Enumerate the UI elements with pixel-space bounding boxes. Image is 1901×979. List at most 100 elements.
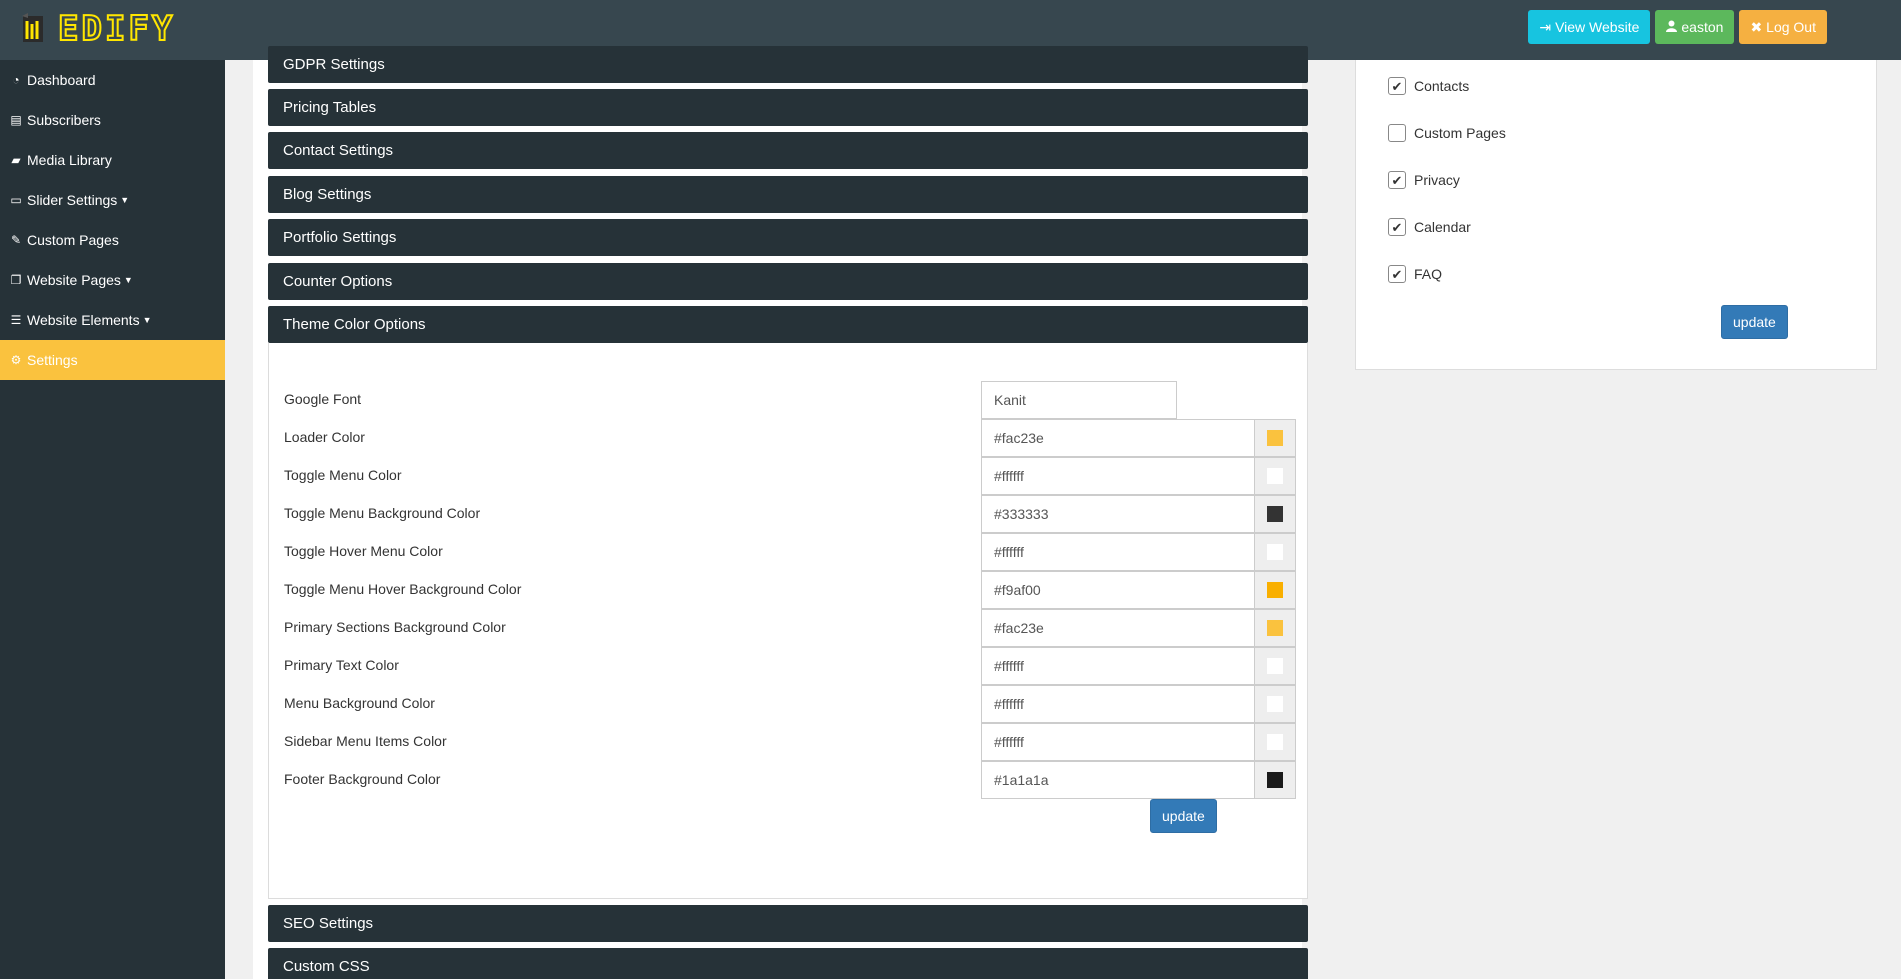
sidebar-item-label: Slider Settings	[27, 192, 118, 208]
module-row-privacy: ✔ Privacy	[1388, 171, 1460, 189]
menu-background-color-input[interactable]	[981, 685, 1255, 723]
google-font-row: Google Font	[284, 381, 1294, 419]
edit-icon: ✎	[10, 233, 22, 247]
color-label: Toggle Hover Menu Color	[284, 543, 443, 559]
color-swatch	[1267, 582, 1283, 598]
color-label: Menu Background Color	[284, 695, 435, 711]
logout-button[interactable]: ✖ Log Out	[1739, 10, 1827, 44]
color-label: Toggle Menu Background Color	[284, 505, 481, 521]
panel-gdpr-settings[interactable]: GDPR Settings	[268, 46, 1308, 83]
toggle-menu-color-input[interactable]	[981, 457, 1255, 495]
module-checkbox[interactable]	[1388, 124, 1406, 142]
user-profile-button[interactable]: easton	[1655, 10, 1735, 44]
module-checkbox[interactable]: ✔	[1388, 171, 1406, 189]
main-content: GDPR Settings Pricing Tables Contact Set…	[225, 46, 1901, 979]
color-picker-button[interactable]	[1254, 419, 1296, 457]
color-swatch	[1267, 658, 1283, 674]
color-swatch	[1267, 468, 1283, 484]
sign-in-icon: ⇥	[1539, 18, 1552, 35]
color-swatch	[1267, 696, 1283, 712]
color-picker-button[interactable]	[1254, 609, 1296, 647]
toggle-menu-background-color-row: Toggle Menu Background Color	[284, 495, 1296, 533]
sidebar-item-subscribers[interactable]: ▤ Subscribers	[0, 100, 225, 140]
sidebar-item-media-library[interactable]: ▰ Media Library	[0, 140, 225, 180]
modules-card: ✔ Contacts Custom Pages ✔ Privacy ✔ Cale…	[1355, 60, 1877, 370]
loader-color-input[interactable]	[981, 419, 1255, 457]
cogs-icon: ⚙	[10, 353, 22, 367]
view-website-button[interactable]: ⇥ View Website	[1528, 10, 1651, 44]
module-row-faq: ✔ FAQ	[1388, 265, 1442, 283]
sidebar-item-label: Subscribers	[27, 112, 101, 128]
color-swatch	[1267, 734, 1283, 750]
module-checkbox[interactable]: ✔	[1388, 218, 1406, 236]
logout-label: Log Out	[1766, 19, 1816, 35]
sidebar-item-settings[interactable]: ⚙ Settings	[0, 340, 225, 380]
primary-text-color-input[interactable]	[981, 647, 1255, 685]
color-label: Sidebar Menu Items Color	[284, 733, 447, 749]
sidebar-item-slider-settings[interactable]: ▭ Slider Settings ▼	[0, 180, 225, 220]
modules-update-button[interactable]: update	[1721, 305, 1788, 339]
color-swatch	[1267, 544, 1283, 560]
panel-portfolio-settings[interactable]: Portfolio Settings	[268, 219, 1308, 256]
primary-sections-background-color-input[interactable]	[981, 609, 1255, 647]
panel-title: Custom CSS	[283, 958, 370, 975]
panel-pricing-tables[interactable]: Pricing Tables	[268, 89, 1308, 126]
panel-seo-settings[interactable]: SEO Settings	[268, 905, 1308, 942]
color-picker-button[interactable]	[1254, 685, 1296, 723]
sidebar-item-dashboard[interactable]: ◔ Dashboard	[0, 60, 225, 100]
google-font-label: Google Font	[284, 391, 362, 407]
logo[interactable]: EDIFY	[22, 9, 176, 49]
sidebar-item-custom-pages[interactable]: ✎ Custom Pages	[0, 220, 225, 260]
sidebar-menu-items-color-input[interactable]	[981, 723, 1255, 761]
sidebar-menu-items-color-row: Sidebar Menu Items Color	[284, 723, 1296, 761]
footer-background-color-row: Footer Background Color	[284, 761, 1296, 799]
toggle-menu-hover-background-color-row: Toggle Menu Hover Background Color	[284, 571, 1296, 609]
settings-column: GDPR Settings Pricing Tables Contact Set…	[253, 46, 1308, 979]
color-picker-button[interactable]	[1254, 495, 1296, 533]
pages-icon: ❐	[10, 273, 22, 287]
color-picker-button[interactable]	[1254, 723, 1296, 761]
module-checkbox[interactable]: ✔	[1388, 77, 1406, 95]
panel-blog-settings[interactable]: Blog Settings	[268, 176, 1308, 213]
color-swatch	[1267, 772, 1283, 788]
dashboard-icon: ◔	[12, 73, 20, 87]
logo-text: EDIFY	[57, 9, 176, 49]
module-label: Calendar	[1414, 219, 1471, 235]
toggle-menu-background-color-input[interactable]	[981, 495, 1255, 533]
module-checkbox[interactable]: ✔	[1388, 265, 1406, 283]
color-picker-button[interactable]	[1254, 533, 1296, 571]
panel-theme-color-options[interactable]: Theme Color Options	[268, 306, 1308, 343]
view-website-label: View Website	[1555, 19, 1640, 35]
sidebar-item-website-elements[interactable]: ☰ Website Elements ▼	[0, 300, 225, 340]
loader-color-row: Loader Color	[284, 419, 1296, 457]
sidebar-item-label: Website Pages	[27, 272, 121, 288]
theme-update-button[interactable]: update	[1150, 799, 1217, 833]
color-picker-button[interactable]	[1254, 457, 1296, 495]
desktop-icon: ▭	[10, 193, 22, 207]
module-row-calendar: ✔ Calendar	[1388, 218, 1471, 236]
color-picker-button[interactable]	[1254, 571, 1296, 609]
panel-counter-options[interactable]: Counter Options	[268, 263, 1308, 300]
sidebar-item-label: Dashboard	[27, 72, 96, 88]
sidebar-item-website-pages[interactable]: ❐ Website Pages ▼	[0, 260, 225, 300]
color-label: Loader Color	[284, 429, 365, 445]
panel-title: Contact Settings	[283, 142, 394, 159]
caret-down-icon: ▼	[123, 275, 133, 285]
sidebar: ◔ Dashboard ▤ Subscribers ▰ Media Librar…	[0, 60, 225, 979]
module-label: Contacts	[1414, 78, 1470, 94]
color-picker-button[interactable]	[1254, 761, 1296, 799]
google-font-input[interactable]	[981, 381, 1177, 419]
toggle-hover-menu-color-row: Toggle Hover Menu Color	[284, 533, 1296, 571]
color-picker-button[interactable]	[1254, 647, 1296, 685]
color-label: Primary Sections Background Color	[284, 619, 506, 635]
color-swatch	[1267, 506, 1283, 522]
footer-background-color-input[interactable]	[981, 761, 1255, 799]
panel-title: Pricing Tables	[283, 99, 377, 116]
caret-down-icon: ▼	[120, 195, 130, 205]
toggle-menu-hover-background-color-input[interactable]	[981, 571, 1255, 609]
toggle-hover-menu-color-input[interactable]	[981, 533, 1255, 571]
panel-contact-settings[interactable]: Contact Settings	[268, 132, 1308, 169]
color-swatch	[1267, 430, 1283, 446]
panel-custom-css[interactable]: Custom CSS	[268, 948, 1308, 979]
module-row-custom-pages: Custom Pages	[1388, 124, 1506, 142]
